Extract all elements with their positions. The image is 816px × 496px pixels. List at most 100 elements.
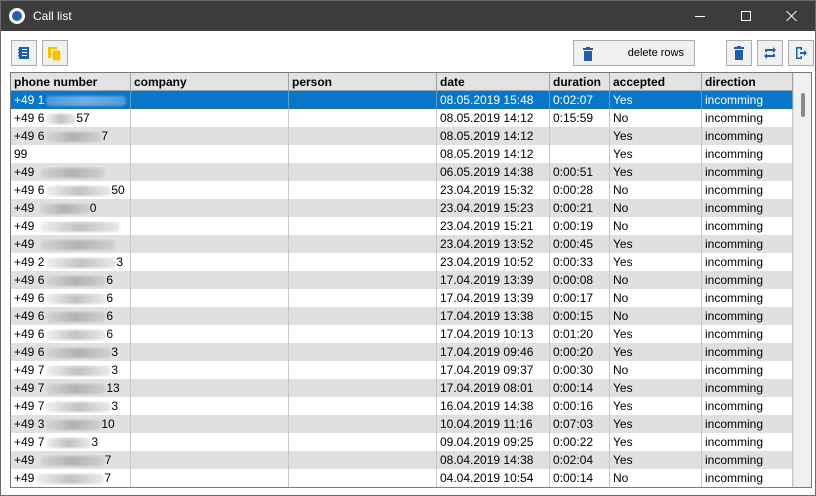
phone-number-cell: +49 0	[11, 199, 131, 217]
column-header-duration[interactable]: duration	[550, 73, 610, 91]
table-row[interactable]: +49 1 08.05.2019 15:48 0:02:07 Yes incomming	[11, 91, 793, 109]
company-cell	[131, 127, 289, 145]
date-cell: 17.04.2019 13:38	[437, 307, 550, 325]
duration-cell: 0:15:59	[550, 109, 610, 127]
delete-all-button[interactable]	[726, 40, 752, 66]
table-row[interactable]: +49 6 6 17.04.2019 10:13 0:01:20 Yes incommin…	[11, 325, 793, 343]
duration-cell: 0:00:51	[550, 163, 610, 181]
direction-cell: incomming	[702, 163, 793, 181]
scrollbar-thumb[interactable]	[801, 93, 805, 117]
date-cell: 17.04.2019 13:39	[437, 271, 550, 289]
column-header-date[interactable]: date	[437, 73, 550, 91]
phone-number-cell: +49 66	[11, 289, 131, 307]
app-logo-icon	[9, 8, 25, 24]
table-row[interactable]: +49 7 3 17.04.2019 09:37 0:00:30 No incomming	[11, 361, 793, 379]
table-row[interactable]: +49 7 08.04.2019 14:38 0:02:04 Yes incomming	[11, 451, 793, 469]
accepted-cell: No	[610, 181, 702, 199]
contacts-button[interactable]	[11, 40, 37, 66]
table-row[interactable]: +49 06.05.2019 14:38 0:00:51 Yes incomming	[11, 163, 793, 181]
accepted-cell: Yes	[610, 163, 702, 181]
duration-cell	[550, 145, 610, 163]
phone-number-cell: +49 63	[11, 343, 131, 361]
title-bar[interactable]: Call list	[1, 1, 815, 31]
direction-cell: incomming	[702, 235, 793, 253]
table-row[interactable]: +49 2 3 23.04.2019 10:52 0:00:33 Yes incommin…	[11, 253, 793, 271]
redacted-phone-digits	[46, 257, 117, 268]
redacted-phone-digits	[46, 185, 112, 196]
accepted-cell: Yes	[610, 415, 702, 433]
person-cell	[289, 397, 437, 415]
company-cell	[131, 235, 289, 253]
direction-cell: incomming	[702, 217, 793, 235]
table-row[interactable]: +49 7 3 16.04.2019 14:38 0:00:16 Yes incommin…	[11, 397, 793, 415]
table-header: phone number company person date duratio…	[11, 73, 793, 91]
maximize-button[interactable]	[723, 1, 769, 31]
call-list-window: Call list delete rows phone number compa…	[0, 0, 816, 496]
redacted-phone-digits	[46, 437, 92, 448]
table-row[interactable]: +49 6 57 08.05.2019 14:12 0:15:59 No incommin…	[11, 109, 793, 127]
refresh-button[interactable]	[757, 40, 783, 66]
table-row[interactable]: +49 6 6 17.04.2019 13:39 0:00:08 No incomming	[11, 271, 793, 289]
close-button[interactable]	[769, 1, 815, 31]
phone-number-cell: +49 73	[11, 433, 131, 451]
vertical-scrollbar[interactable]	[793, 73, 811, 487]
table-row[interactable]: 99 08.05.2019 14:12 Yes incomming	[11, 145, 793, 163]
person-cell	[289, 361, 437, 379]
accepted-cell: Yes	[610, 127, 702, 145]
copy-documents-icon	[48, 47, 62, 61]
person-cell	[289, 217, 437, 235]
table-row[interactable]: +49 3 10 10.04.2019 11:16 0:07:03 Yes incommi…	[11, 415, 793, 433]
company-cell	[131, 199, 289, 217]
refresh-icon	[764, 47, 776, 59]
table-row[interactable]: +49 6 50 23.04.2019 15:32 0:00:28 No incommin…	[11, 181, 793, 199]
table-row[interactable]: +49 6 6 17.04.2019 13:38 0:00:15 No incomming	[11, 307, 793, 325]
company-cell	[131, 253, 289, 271]
accepted-cell: No	[610, 109, 702, 127]
maximize-icon	[741, 11, 751, 21]
column-header-company[interactable]: company	[131, 73, 289, 91]
minimize-button[interactable]	[677, 1, 723, 31]
table-row[interactable]: +49 7 04.04.2019 10:54 0:00:14 No incomming	[11, 469, 793, 487]
column-header-person[interactable]: person	[289, 73, 437, 91]
table-row[interactable]: +49 7 3 09.04.2019 09:25 0:00:22 Yes incommin…	[11, 433, 793, 451]
person-cell	[289, 271, 437, 289]
table-row[interactable]: +49 6 7 08.05.2019 14:12 Yes incomming	[11, 127, 793, 145]
column-header-phone-number[interactable]: phone number	[11, 73, 131, 91]
column-header-accepted[interactable]: accepted	[610, 73, 702, 91]
table-row[interactable]: +49 0 23.04.2019 15:23 0:00:21 No incomming	[11, 199, 793, 217]
redacted-phone-digits	[39, 455, 105, 466]
redacted-phone-digits	[46, 113, 77, 124]
phone-number-cell: +49 6 57	[11, 109, 131, 127]
minimize-icon	[695, 15, 705, 17]
accepted-cell: Yes	[610, 379, 702, 397]
copy-button[interactable]	[42, 40, 68, 66]
direction-cell: incomming	[702, 451, 793, 469]
person-cell	[289, 433, 437, 451]
table-row[interactable]: +49 7 13 17.04.2019 08:01 0:00:14 Yes incommi…	[11, 379, 793, 397]
direction-cell: incomming	[702, 343, 793, 361]
person-cell	[289, 91, 437, 109]
person-cell	[289, 109, 437, 127]
toolbar: delete rows	[1, 31, 815, 71]
direction-cell: incomming	[702, 181, 793, 199]
column-header-direction[interactable]: direction	[702, 73, 793, 91]
phone-number-cell: +49	[11, 235, 131, 253]
table-row[interactable]: +49 6 6 17.04.2019 13:39 0:00:17 No incomming	[11, 289, 793, 307]
table-row[interactable]: +49 23.04.2019 13:52 0:00:45 Yes incomming	[11, 235, 793, 253]
delete-rows-button[interactable]: delete rows	[573, 40, 695, 66]
accepted-cell: No	[610, 271, 702, 289]
redacted-phone-digits	[46, 365, 112, 376]
exit-button[interactable]	[788, 40, 814, 66]
date-cell: 17.04.2019 10:13	[437, 325, 550, 343]
delete-rows-label: delete rows	[627, 47, 684, 59]
table-row[interactable]: +49 6 3 17.04.2019 09:46 0:00:20 Yes incommin…	[11, 343, 793, 361]
person-cell	[289, 181, 437, 199]
redacted-phone-digits	[46, 95, 127, 106]
date-cell: 08.05.2019 15:48	[437, 91, 550, 109]
person-cell	[289, 343, 437, 361]
duration-cell: 0:00:21	[550, 199, 610, 217]
person-cell	[289, 289, 437, 307]
phone-number-cell: +49 23	[11, 253, 131, 271]
table-row[interactable]: +49 23.04.2019 15:21 0:00:19 No incomming	[11, 217, 793, 235]
window-title: Call list	[33, 9, 72, 23]
